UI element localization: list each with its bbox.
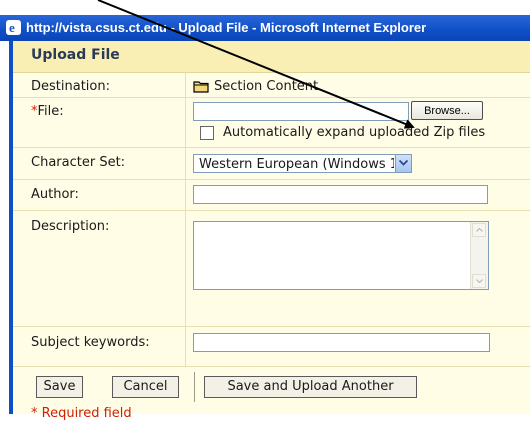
- file-label: *File:: [31, 104, 64, 119]
- charset-select[interactable]: Western European (Windows 1252): [193, 154, 412, 173]
- author-label: Author:: [31, 187, 79, 202]
- keywords-row: Subject keywords:: [13, 327, 530, 367]
- description-label: Description:: [31, 219, 110, 234]
- file-path-input[interactable]: [193, 102, 409, 121]
- auto-expand-checkbox[interactable]: [200, 126, 214, 140]
- title-bar[interactable]: e http://vista.csus.ct.edu - Upload File…: [0, 15, 530, 41]
- charset-row: Character Set: Western European (Windows…: [13, 148, 530, 180]
- folder-icon: [193, 81, 209, 93]
- browse-button[interactable]: Browse...: [411, 101, 483, 120]
- destination-value: Section Content: [214, 79, 319, 94]
- auto-expand-label: Automatically expand uploaded Zip files: [223, 125, 486, 140]
- upload-form: Upload File Destination: Section Content…: [9, 41, 530, 421]
- destination-label: Destination:: [31, 79, 110, 94]
- window-title: http://vista.csus.ct.edu - Upload File -…: [26, 20, 427, 35]
- browser-window: e http://vista.csus.ct.edu - Upload File…: [0, 15, 530, 421]
- page-header: Upload File: [13, 41, 530, 73]
- keywords-label: Subject keywords:: [31, 335, 150, 350]
- charset-selected: Western European (Windows 1252): [199, 157, 394, 172]
- ie-logo-icon: e: [6, 20, 21, 35]
- keywords-input[interactable]: [193, 333, 490, 352]
- button-divider: [194, 372, 195, 402]
- file-row: *File: Browse... Automatically expand up…: [13, 98, 530, 148]
- page-title: Upload File: [31, 47, 120, 63]
- textarea-scrollbar[interactable]: [470, 222, 488, 289]
- scroll-down-icon[interactable]: [472, 274, 486, 288]
- save-button[interactable]: Save: [36, 376, 83, 398]
- description-textarea[interactable]: [193, 221, 489, 290]
- scroll-up-icon[interactable]: [472, 223, 486, 237]
- author-row: Author:: [13, 180, 530, 211]
- description-row: Description:: [13, 211, 530, 327]
- save-and-upload-another-button[interactable]: Save and Upload Another: [204, 376, 417, 398]
- dropdown-arrow-icon[interactable]: [395, 155, 411, 172]
- cancel-button[interactable]: Cancel: [112, 376, 179, 398]
- file-label-text: File:: [37, 104, 64, 119]
- charset-label: Character Set:: [31, 155, 126, 170]
- destination-row: Destination: Section Content: [13, 73, 530, 98]
- author-input[interactable]: [193, 185, 488, 204]
